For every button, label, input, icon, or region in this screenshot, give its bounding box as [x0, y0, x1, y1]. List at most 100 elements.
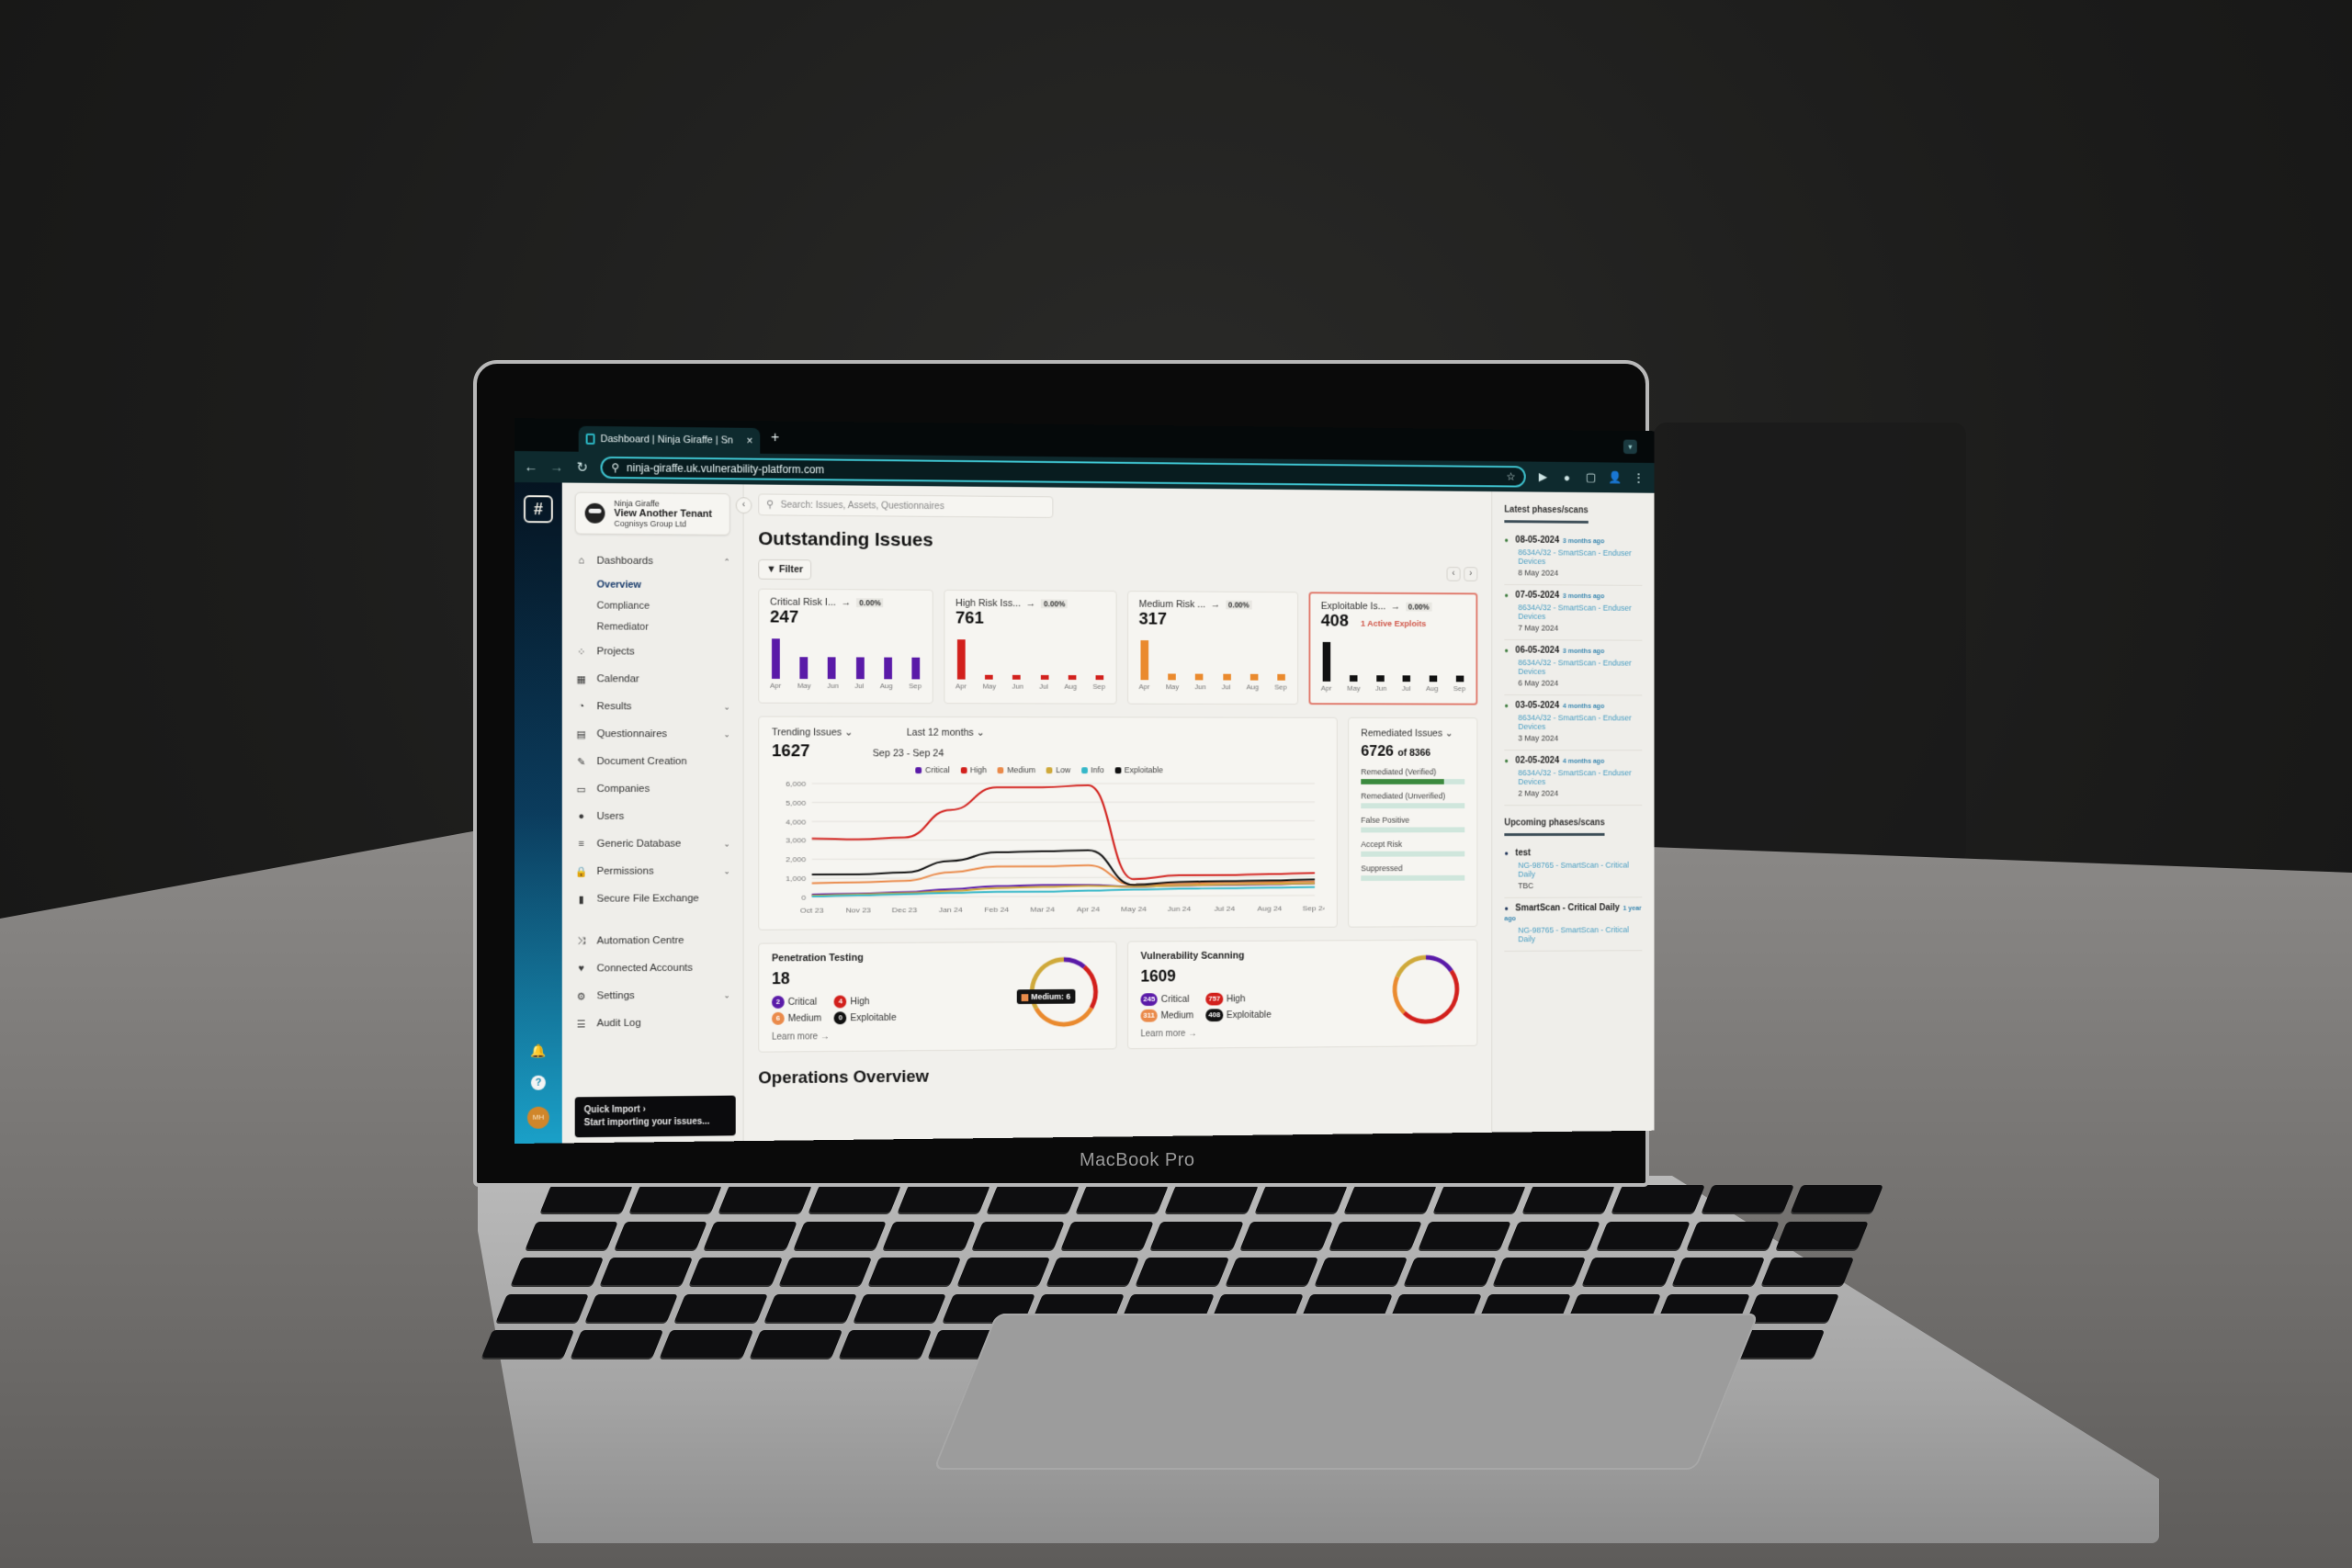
legend-item[interactable]: Low — [1046, 765, 1070, 774]
legend-item[interactable]: Critical — [915, 765, 950, 774]
forward-icon[interactable]: → — [549, 459, 564, 475]
previous-icon[interactable]: ‹ — [1446, 567, 1461, 581]
extension-icon[interactable]: ● — [1560, 470, 1574, 484]
severity-tag[interactable]: 245 Critical — [1140, 993, 1193, 1007]
site-info-icon[interactable]: ⚲ — [611, 461, 619, 474]
global-search[interactable]: ⚲ Search: Issues, Assets, Questionnaires — [758, 493, 1054, 518]
sidebar-item-document-creation[interactable]: ✎ Document Creation — [575, 748, 730, 775]
donut-segment-high[interactable] — [1084, 967, 1095, 1009]
kpi-card[interactable]: Critical Risk I... → 0.00% 247 Apr May Jun Jul A… — [758, 588, 933, 705]
sidebar-item-audit-log[interactable]: ☰ Audit Log — [575, 1009, 730, 1037]
scan-list-item[interactable]: test NG-98765 - SmartScan - Critical Dail… — [1504, 842, 1643, 898]
sidebar-item-automation-centre[interactable]: ⤨ Automation Centre — [575, 927, 730, 955]
scan-list-item[interactable]: 08-05-20243 months ago8634A/32 - SmartSc… — [1504, 529, 1643, 586]
donut-segment-low[interactable] — [1397, 957, 1426, 976]
scan-project-link[interactable]: 8634A/32 - SmartScan - Enduser Devices — [1504, 768, 1642, 785]
scan-project-link[interactable]: 8634A/32 - SmartScan - Enduser Devices — [1504, 658, 1642, 676]
scan-list-item[interactable]: SmartScan - Critical Daily1 year agoNG-9… — [1504, 897, 1643, 952]
close-tab-icon[interactable]: × — [746, 434, 752, 447]
extensions-puzzle-icon[interactable]: ▢ — [1584, 470, 1598, 485]
remediation-status-row[interactable]: False Positive — [1361, 816, 1465, 833]
kpi-card[interactable]: High Risk Iss... → 0.00% 761 Apr May Jun Jul Aug… — [944, 589, 1117, 705]
scan-project-link[interactable]: NG-98765 - SmartScan - Critical Daily — [1504, 925, 1642, 943]
scan-list-item[interactable]: 07-05-20243 months ago 8634A/32 - SmartSc… — [1504, 584, 1643, 641]
reload-icon[interactable]: ↻ — [575, 459, 590, 476]
donut-segment-critical[interactable] — [1426, 957, 1452, 971]
kpi-card[interactable]: Exploitable Is... → 0.00% 408 1 Active Explo… — [1308, 592, 1478, 705]
period-dropdown[interactable]: Last 12 months ⌄ — [907, 727, 985, 739]
legend-item[interactable]: Exploitable — [1114, 765, 1163, 774]
scan-project-link[interactable]: 8634A/32 - SmartScan - Enduser Devices — [1504, 547, 1642, 566]
remediation-status-row[interactable]: Remediated (Unverified) — [1361, 792, 1465, 809]
donut-segment-critical[interactable] — [1064, 959, 1084, 966]
kpi-card[interactable]: Medium Risk ... → 0.00% 317 Apr May Jun Jul Aug S… — [1127, 591, 1299, 705]
sidebar-item-settings[interactable]: ⚙ Settings ⌄ — [575, 981, 730, 1010]
remediated-issues-dropdown[interactable]: Remediated Issues ⌄ — [1361, 728, 1464, 739]
new-tab-button[interactable]: + — [771, 430, 779, 446]
sidebar-item-secure-file-exchange[interactable]: ▮ Secure File Exchange — [575, 885, 730, 913]
severity-tag[interactable]: 0 Exploitable — [833, 1011, 897, 1025]
filter-button[interactable]: ▼ Filter — [758, 558, 811, 581]
remediation-status-row[interactable]: Suppressed — [1361, 863, 1465, 881]
next-icon[interactable]: › — [1464, 567, 1478, 581]
sidebar-item-users[interactable]: ● Users — [575, 803, 730, 830]
bookmark-star-icon[interactable]: ☆ — [1506, 470, 1515, 483]
scan-list-item[interactable]: 02-05-20244 months ago 8634A/32 - SmartSc… — [1504, 750, 1643, 807]
browser-tab[interactable]: Dashboard | Ninja Giraffe | Sn × — [578, 425, 761, 454]
tenant-switcher[interactable]: Ninja Giraffe View Another Tenant Cognis… — [574, 491, 730, 536]
pentest-learn-more-link[interactable]: Learn more → — [772, 1032, 897, 1042]
legend-item[interactable]: Medium — [997, 765, 1035, 774]
browser-menu-icon[interactable]: ⋮ — [1632, 470, 1645, 485]
user-avatar[interactable]: MH — [526, 1106, 549, 1129]
scan-list-item[interactable]: 03-05-20244 months ago 8634A/32 - SmartSc… — [1504, 695, 1643, 751]
quick-import-banner[interactable]: Quick Import › Start importing your issu… — [574, 1095, 736, 1138]
penetration-testing-card[interactable]: Penetration Testing 18 2 Critical 4 High 6 Me… — [758, 941, 1117, 1053]
donut-segment-medium[interactable] — [1395, 976, 1404, 1012]
scan-list-item[interactable]: 06-05-20243 months ago 8634A/32 - SmartSc… — [1504, 639, 1643, 696]
vulnscan-donut-chart[interactable] — [1387, 949, 1465, 1030]
remediation-status-row[interactable]: Accept Risk — [1361, 840, 1465, 857]
severity-tag[interactable]: 4 High — [833, 995, 897, 1009]
severity-tag[interactable]: 6 Medium — [772, 1011, 821, 1025]
severity-tag[interactable]: 757 High — [1205, 992, 1272, 1006]
vulnscan-learn-more-link[interactable]: Learn more → — [1140, 1028, 1271, 1039]
severity-tag[interactable]: 408 Exploitable — [1205, 1009, 1272, 1022]
kpi-bar — [772, 638, 780, 679]
sidebar-subitem-remediator[interactable]: Remediator — [575, 616, 730, 638]
app-logo[interactable]: # — [523, 495, 553, 524]
scan-project-link[interactable]: NG-98765 - SmartScan - Critical Daily — [1504, 861, 1642, 879]
scan-project-link[interactable]: 8634A/32 - SmartScan - Enduser Devices — [1504, 603, 1642, 621]
legend-item[interactable]: High — [960, 765, 987, 774]
sidebar-subitem-overview[interactable]: Overview — [575, 574, 730, 596]
trending-issues-dropdown[interactable]: Trending Issues ⌄ — [772, 726, 853, 738]
series-line-info[interactable] — [812, 887, 1315, 897]
sidebar-item-dashboards[interactable]: ⌂ Dashboards ⌃ — [575, 547, 729, 575]
search-input[interactable]: Search: Issues, Assets, Questionnaires — [781, 500, 944, 512]
sidebar-item-permissions[interactable]: 🔒 Permissions ⌄ — [575, 857, 730, 885]
sidebar-item-generic-database[interactable]: ≡ Generic Database ⌄ — [575, 830, 729, 858]
severity-tag[interactable]: 2 Critical — [772, 995, 821, 1009]
donut-segment-medium[interactable] — [1036, 1008, 1091, 1024]
remediation-status-row[interactable]: Remediated (Verified) — [1361, 767, 1465, 784]
sidebar-subitem-compliance[interactable]: Compliance — [575, 595, 730, 617]
sidebar-item-questionnaires[interactable]: ▤ Questionnaires ⌄ — [575, 720, 729, 748]
address-bar[interactable]: ⚲ ninja-giraffe.uk.vulnerability-platfor… — [600, 456, 1526, 488]
profile-icon[interactable]: 👤 — [1608, 470, 1622, 485]
chevron-down-icon: ⌄ — [723, 865, 730, 875]
sidebar-item-calendar[interactable]: ▦ Calendar — [575, 665, 730, 693]
url-text[interactable]: ninja-giraffe.uk.vulnerability-platform.… — [627, 461, 824, 476]
sidebar-item-results[interactable]: ◔ Results ⌄ — [575, 693, 729, 720]
notifications-bell-icon[interactable]: 🔔 — [530, 1043, 546, 1059]
vulnerability-scanning-card[interactable]: Vulnerability Scanning 1609 245 Critical 7… — [1127, 939, 1478, 1050]
sidebar-item-companies[interactable]: ▭ Companies — [575, 775, 730, 803]
legend-item[interactable]: Info — [1080, 765, 1104, 774]
extension-icon[interactable]: ▶ — [1536, 469, 1550, 484]
donut-segment-high[interactable] — [1404, 971, 1456, 1021]
sidebar-item-projects[interactable]: ⁘ Projects — [575, 637, 730, 666]
scan-project-link[interactable]: 8634A/32 - SmartScan - Enduser Devices — [1504, 713, 1642, 731]
tab-search-icon[interactable]: ▾ — [1623, 439, 1637, 455]
help-icon[interactable]: ? — [530, 1075, 546, 1090]
severity-tag[interactable]: 311 Medium — [1140, 1009, 1193, 1022]
back-icon[interactable]: ← — [524, 459, 538, 475]
sidebar-item-connected-accounts[interactable]: ♥ Connected Accounts — [575, 954, 730, 983]
